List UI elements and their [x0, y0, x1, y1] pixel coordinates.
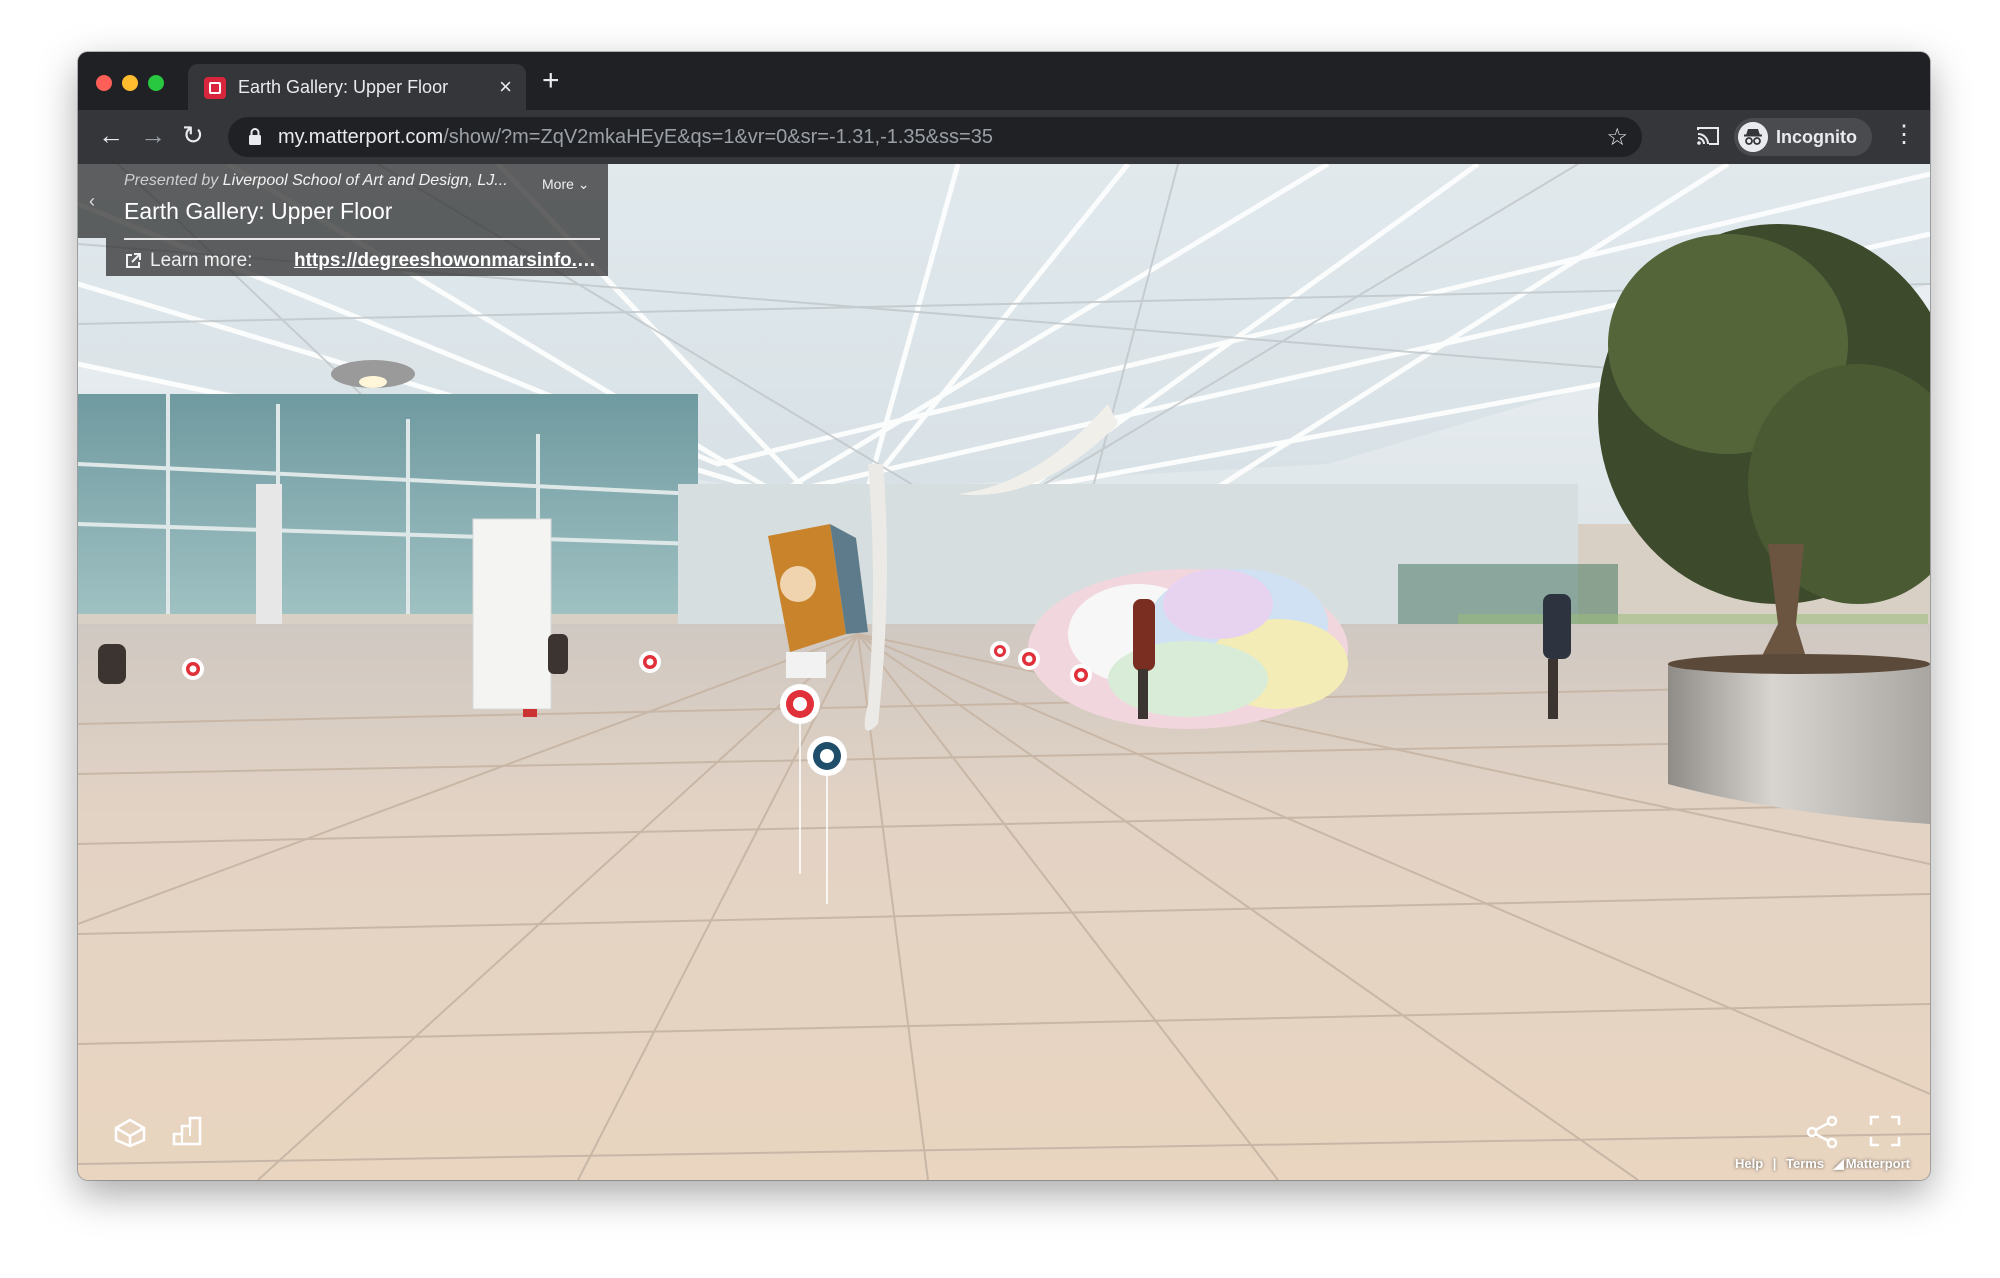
browser-window: Earth Gallery: Upper Floor × + ← → ↻ my.… [78, 52, 1930, 1180]
reload-button[interactable]: ↻ [182, 120, 204, 150]
external-link-icon [126, 253, 141, 268]
lock-icon [249, 128, 261, 145]
mattertag-pin[interactable] [182, 658, 204, 680]
matterport-brand-link[interactable]: Matterport [1846, 1156, 1910, 1171]
more-label: More [542, 176, 574, 192]
url-path: /show/?m=ZqV2mkaHEyE&qs=1&vr=0&sr=-1.31,… [443, 126, 993, 148]
cast-icon[interactable] [1696, 126, 1720, 146]
url-text: my.matterport.com/show/?m=ZqV2mkaHEyE&qs… [278, 126, 993, 149]
matterport-logo-icon: ◢ [1833, 1156, 1844, 1171]
presented-by-prefix: Presented by [124, 172, 219, 189]
artwork-banner [472, 518, 552, 717]
address-bar[interactable]: my.matterport.com/show/?m=ZqV2mkaHEyE&qs… [228, 117, 1642, 157]
minimize-window-button[interactable] [122, 75, 138, 91]
panorama-scene[interactable] [78, 164, 1930, 1180]
tab-title: Earth Gallery: Upper Floor [238, 77, 449, 97]
model-info-panel: Presented by Liverpool School of Art and… [106, 164, 608, 276]
panel-divider [124, 238, 600, 240]
matterport-viewport[interactable]: ‹ Presented by Liverpool School of Art a… [78, 164, 1930, 1180]
share-icon[interactable] [1804, 1114, 1840, 1150]
footer-links: Help | Terms ◢ Matterport [1729, 1156, 1910, 1172]
title-bar: Earth Gallery: Upper Floor × + [78, 52, 1930, 110]
model-title: Earth Gallery: Upper Floor [124, 198, 393, 224]
presented-by-text: Presented by Liverpool School of Art and… [124, 172, 514, 190]
floorplan-view-icon[interactable] [170, 1114, 204, 1148]
forward-button[interactable]: → [140, 120, 166, 150]
browser-toolbar: ← → ↻ my.matterport.com/show/?m=ZqV2mkaH… [78, 110, 1930, 164]
tab-close-icon[interactable]: × [499, 74, 512, 100]
help-link[interactable]: Help [1735, 1156, 1763, 1171]
bookmark-star-icon[interactable]: ☆ [1606, 123, 1628, 152]
close-window-button[interactable] [96, 75, 112, 91]
more-button[interactable]: More ⌄ [542, 176, 590, 193]
footer-separator: | [1772, 1156, 1777, 1171]
dollhouse-view-icon[interactable] [112, 1114, 148, 1150]
new-tab-button[interactable]: + [542, 66, 560, 96]
maximize-window-button[interactable] [148, 75, 164, 91]
mattertag-pin[interactable] [990, 641, 1010, 661]
back-button[interactable]: ← [98, 120, 124, 150]
incognito-icon [1738, 122, 1768, 152]
balloon-installation [1028, 569, 1348, 729]
matterport-favicon-icon [204, 77, 226, 99]
url-host: my.matterport.com [278, 126, 444, 148]
mattertag-pin[interactable] [639, 651, 661, 673]
browser-tab-active[interactable]: Earth Gallery: Upper Floor × [188, 64, 526, 110]
presenter-name: Liverpool School of Art and Design, LJ..… [222, 172, 508, 189]
floor [78, 624, 1930, 1180]
chevron-down-icon: ⌄ [577, 176, 590, 192]
terms-link[interactable]: Terms [1786, 1156, 1824, 1171]
fullscreen-icon[interactable] [1868, 1114, 1902, 1148]
incognito-profile-button[interactable]: Incognito [1734, 118, 1872, 156]
mattertag-pin[interactable] [1070, 664, 1092, 686]
learn-more-link[interactable]: https://degreeshowonmarsinfo.co... [294, 250, 598, 272]
info-panel-collapse-button[interactable]: ‹ [78, 164, 106, 238]
learn-more-label: Learn more: [150, 250, 253, 271]
incognito-label: Incognito [1776, 127, 1857, 147]
browser-menu-icon[interactable]: ⋮ [1892, 122, 1916, 148]
mattertag-pin[interactable] [1018, 648, 1040, 670]
